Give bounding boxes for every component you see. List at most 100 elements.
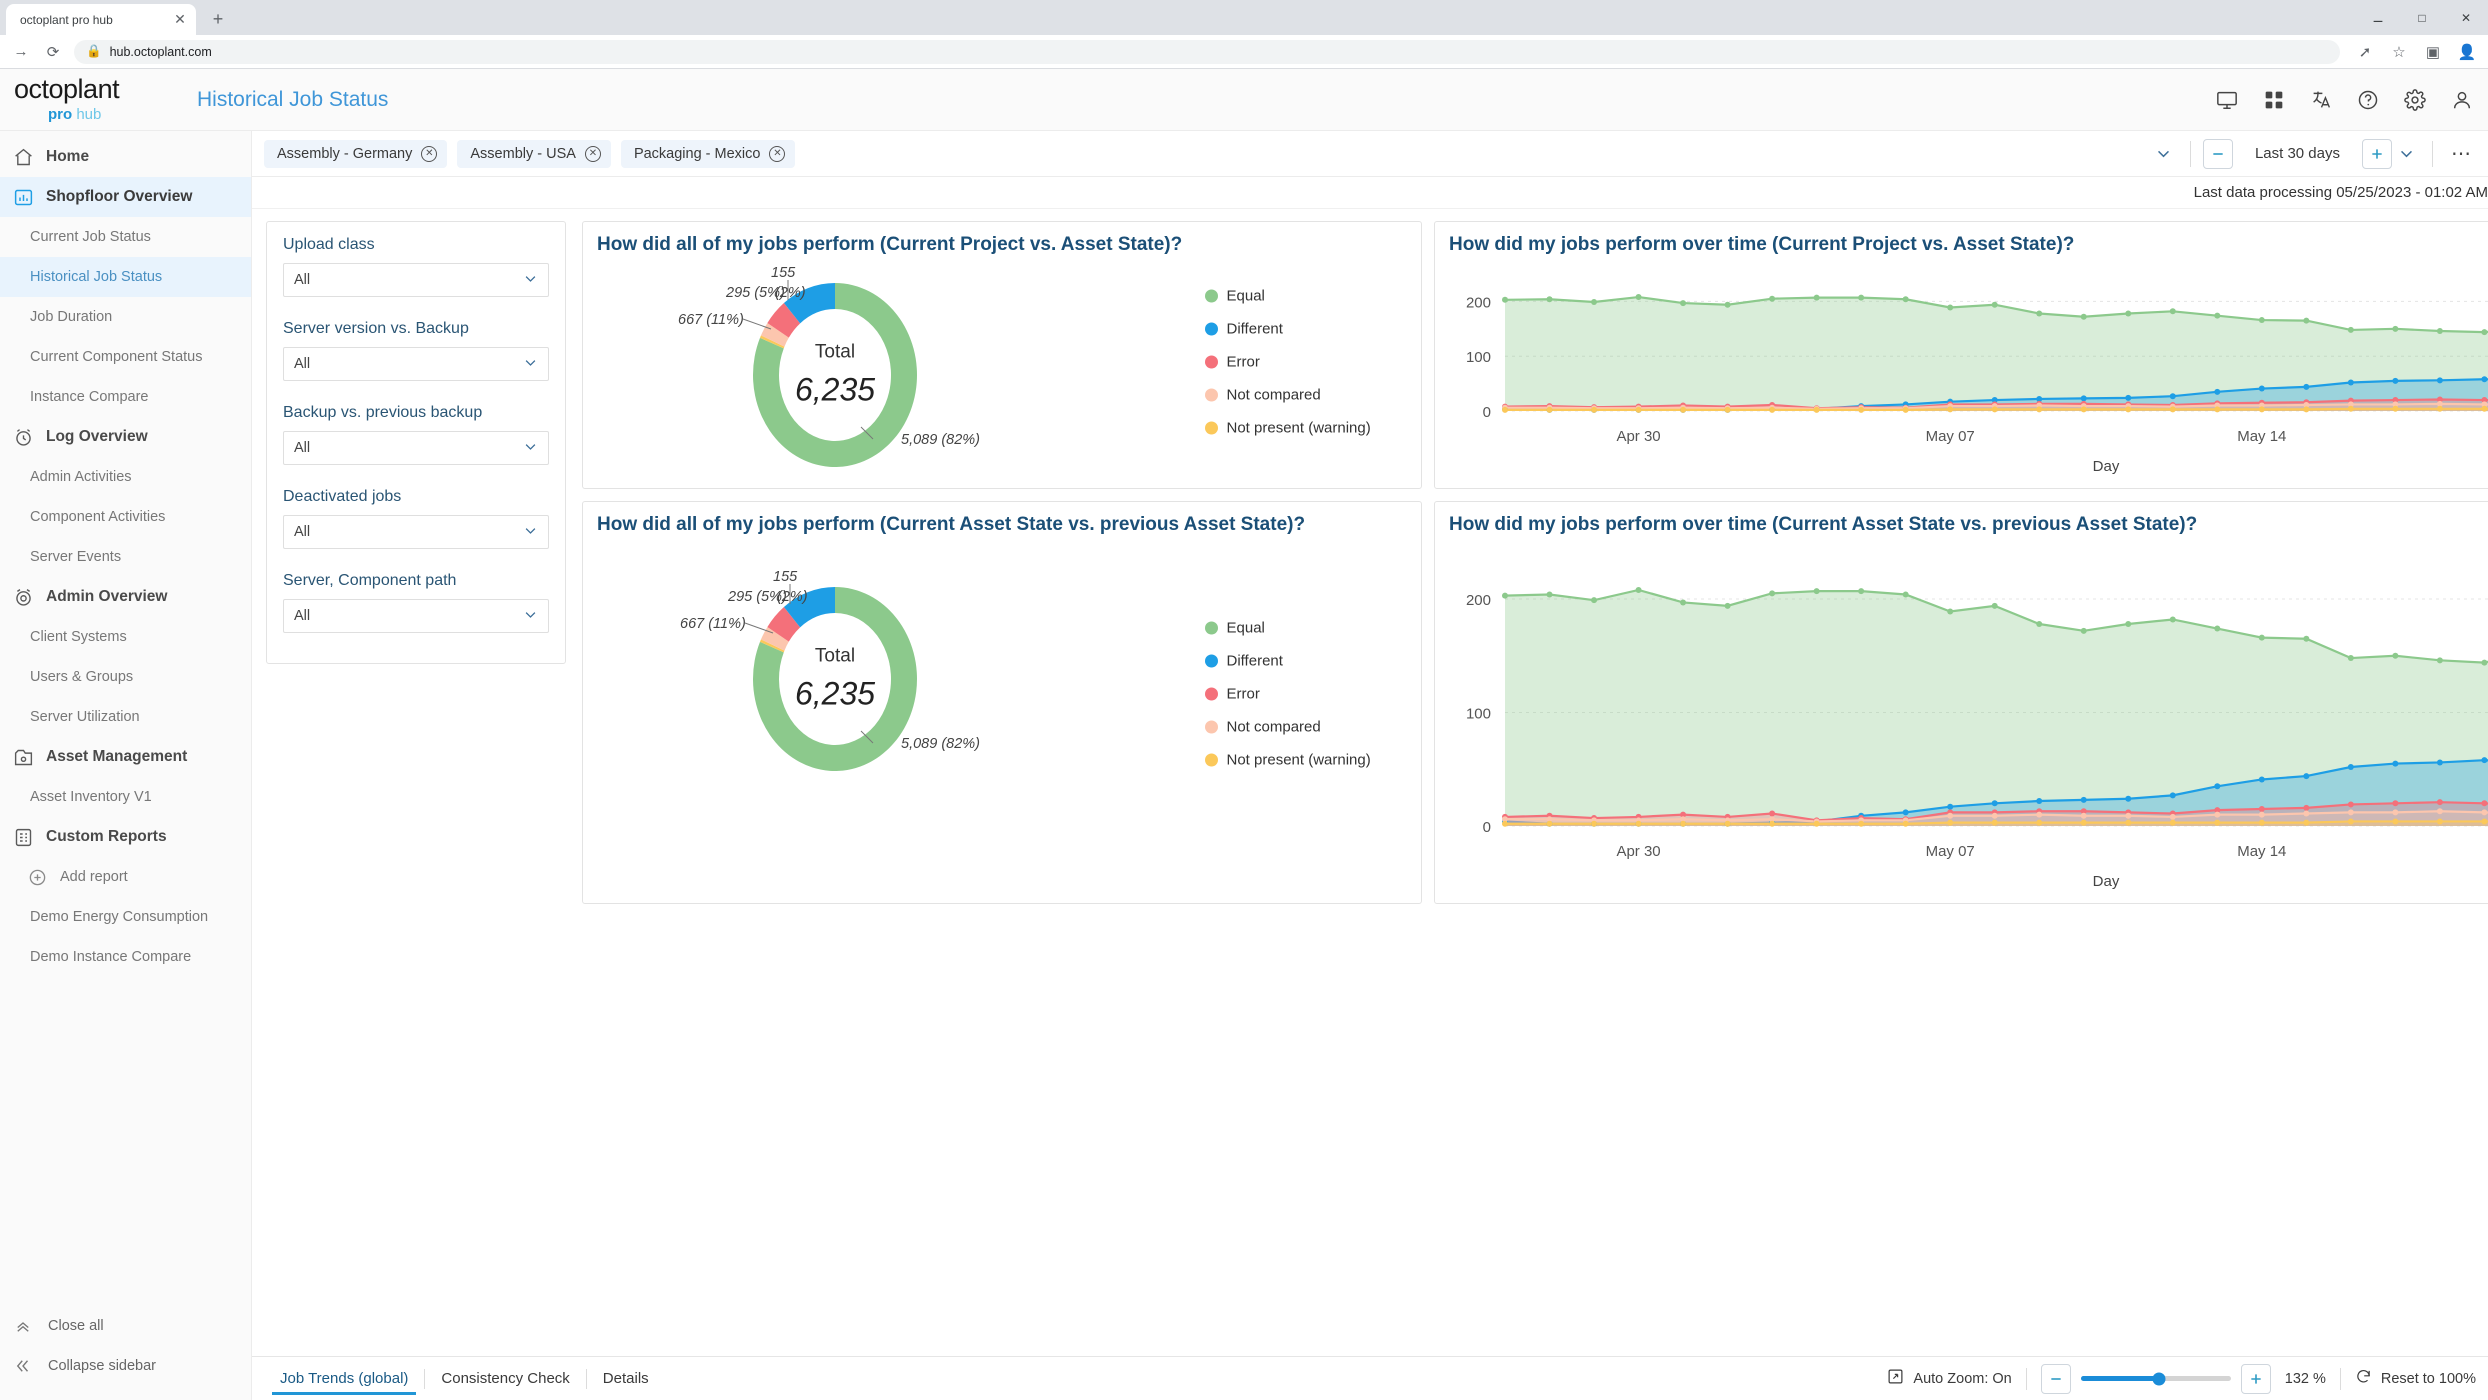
auto-zoom-toggle[interactable]: Auto Zoom: On [1887,1368,2012,1390]
data-point[interactable] [2036,406,2043,413]
data-point[interactable] [1991,819,1998,826]
data-point[interactable] [1769,296,1776,303]
data-point[interactable] [2392,800,2399,807]
data-point[interactable] [1680,407,1687,414]
data-point[interactable] [1546,821,1553,828]
share-icon[interactable]: ➚ [2354,41,2376,63]
data-point[interactable] [2080,628,2087,635]
chip-remove-icon[interactable]: ✕ [769,145,786,162]
data-point[interactable] [2080,406,2087,413]
data-point[interactable] [2347,764,2354,771]
filter-chevron-down-icon[interactable] [2150,140,2178,168]
data-point[interactable] [1502,407,1508,414]
data-point[interactable] [2303,636,2310,643]
data-point[interactable] [2303,819,2310,826]
legend-item[interactable]: Not compared [1204,718,1371,735]
data-point[interactable] [2169,792,2176,799]
data-point[interactable] [1502,592,1508,599]
date-range-label[interactable]: Last 30 days [2233,145,2362,162]
data-point[interactable] [2036,798,2043,805]
data-point[interactable] [1902,591,1909,598]
filter-select[interactable]: All [283,263,549,297]
data-point[interactable] [2214,811,2221,818]
area-chart-bottom[interactable]: 0100200Apr 30May 07May 14May 21Day [1435,537,2488,898]
data-point[interactable] [2481,818,2488,825]
data-point[interactable] [2036,621,2043,628]
data-point[interactable] [1813,294,1820,301]
data-point[interactable] [2258,819,2265,826]
profile-icon[interactable]: 👤 [2456,41,2478,63]
data-point[interactable] [1591,597,1598,604]
zoom-in-button[interactable] [2240,1363,2271,1394]
legend-item[interactable]: Equal [1204,619,1371,636]
window-maximize-icon[interactable]: □ [2400,0,2444,35]
data-point[interactable] [1858,407,1865,414]
data-point[interactable] [2392,809,2399,816]
sidebar-item-add-report[interactable]: Add report [0,857,251,897]
legend-item[interactable]: Not compared [1204,387,1371,404]
sidebar-item-admin-overview[interactable]: Admin Overview [0,577,251,617]
data-point[interactable] [1546,407,1553,414]
window-close-icon[interactable]: ✕ [2444,0,2488,35]
data-point[interactable] [2125,813,2132,820]
data-point[interactable] [1769,407,1776,414]
data-point[interactable] [1947,813,1954,820]
apps-grid-icon[interactable] [2262,88,2286,112]
data-point[interactable] [2481,809,2488,816]
data-point[interactable] [1724,603,1731,610]
data-point[interactable] [1546,591,1553,598]
data-point[interactable] [1769,810,1776,817]
donut-chart-bottom[interactable]: Total 6,235 5,089 (82%) 667 (11%) 295 (5%) 15… [583,537,1069,866]
data-point[interactable] [1813,821,1820,828]
data-point[interactable] [1947,406,1954,413]
data-point[interactable] [2392,378,2399,385]
data-point[interactable] [2347,655,2354,662]
data-point[interactable] [2303,805,2310,812]
data-point[interactable] [2214,406,2221,413]
reset-zoom-button[interactable]: Reset to 100% [2355,1368,2488,1390]
data-point[interactable] [1502,821,1508,828]
data-point[interactable] [2258,634,2265,641]
data-point[interactable] [1680,599,1687,606]
data-point[interactable] [2347,379,2354,386]
address-bar[interactable]: 🔒 hub.octoplant.com [74,39,2340,64]
data-point[interactable] [2481,800,2488,807]
data-point[interactable] [2036,819,2043,826]
data-point[interactable] [2169,819,2176,826]
data-point[interactable] [2347,801,2354,808]
data-point[interactable] [1991,813,1998,820]
data-point[interactable] [1635,587,1642,594]
sidebar-item-current-job-status[interactable]: Current Job Status [0,217,251,257]
data-point[interactable] [2392,818,2399,825]
data-point[interactable] [1858,821,1865,828]
data-point[interactable] [2303,810,2310,817]
data-point[interactable] [1635,294,1642,301]
data-point[interactable] [2080,819,2087,826]
sidebar-item-asset-inventory-v1[interactable]: Asset Inventory V1 [0,777,251,817]
data-point[interactable] [1902,407,1909,414]
sidebar-item-home[interactable]: Home [0,137,251,177]
user-avatar-icon[interactable] [2450,88,2474,112]
data-point[interactable] [2347,406,2354,413]
data-point[interactable] [2169,814,2176,821]
data-point[interactable] [1991,603,1998,610]
data-point[interactable] [2036,811,2043,818]
data-point[interactable] [1902,821,1909,828]
legend-item[interactable]: Error [1204,685,1371,702]
data-point[interactable] [2392,326,2399,333]
sidebar-item-demo-energy-consumption[interactable]: Demo Energy Consumption [0,897,251,937]
data-point[interactable] [2258,406,2265,413]
data-point[interactable] [1991,302,1998,309]
data-point[interactable] [2214,819,2221,826]
data-point[interactable] [2303,406,2310,413]
data-point[interactable] [1769,590,1776,597]
reload-icon[interactable]: ⟳ [42,41,64,63]
legend-item[interactable]: Error [1204,354,1371,371]
star-icon[interactable]: ☆ [2388,41,2410,63]
legend-item[interactable]: Not present (warning) [1204,420,1371,437]
filter-select[interactable]: All [283,347,549,381]
data-point[interactable] [2258,811,2265,818]
data-point[interactable] [1769,821,1776,828]
tab-close-icon[interactable]: ✕ [172,11,188,28]
data-point[interactable] [2392,653,2399,660]
